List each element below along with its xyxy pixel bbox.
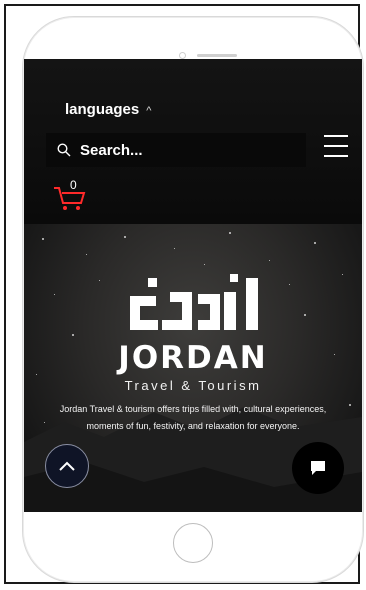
hero-banner: JORDAN Travel & Tourism Jordan Travel & … xyxy=(24,224,362,512)
chat-button[interactable] xyxy=(292,442,344,494)
language-dropdown[interactable]: languages ^ xyxy=(65,101,151,118)
cart-count-badge: 0 xyxy=(70,178,77,192)
cart-button[interactable]: 0 xyxy=(53,178,93,210)
site-header: languages ^ 0 xyxy=(24,59,362,224)
hero-description: Jordan Travel & tourism offers trips fil… xyxy=(59,404,327,431)
chat-icon xyxy=(311,461,325,475)
search-icon xyxy=(57,143,71,157)
arabic-logo-graphic xyxy=(130,274,258,330)
chevron-up-icon xyxy=(59,461,75,471)
language-label: languages xyxy=(65,101,140,118)
logo-english-text: JORDAN xyxy=(118,340,268,376)
hamburger-menu-icon[interactable] xyxy=(324,135,348,159)
menu-line xyxy=(324,155,348,157)
scroll-to-top-button[interactable] xyxy=(45,444,89,488)
logo-tagline: Travel & Tourism xyxy=(124,378,262,393)
speaker-slot xyxy=(197,54,237,57)
phone-home-button[interactable] xyxy=(173,523,213,563)
language-caret-icon: ^ xyxy=(146,105,152,117)
search-bar[interactable] xyxy=(46,133,306,167)
menu-line xyxy=(324,135,348,137)
camera-dot xyxy=(179,52,186,59)
logo-arabic-mark xyxy=(106,272,276,342)
search-input[interactable] xyxy=(78,140,282,160)
phone-screen: languages ^ 0 xyxy=(24,59,362,512)
menu-line xyxy=(324,145,348,147)
